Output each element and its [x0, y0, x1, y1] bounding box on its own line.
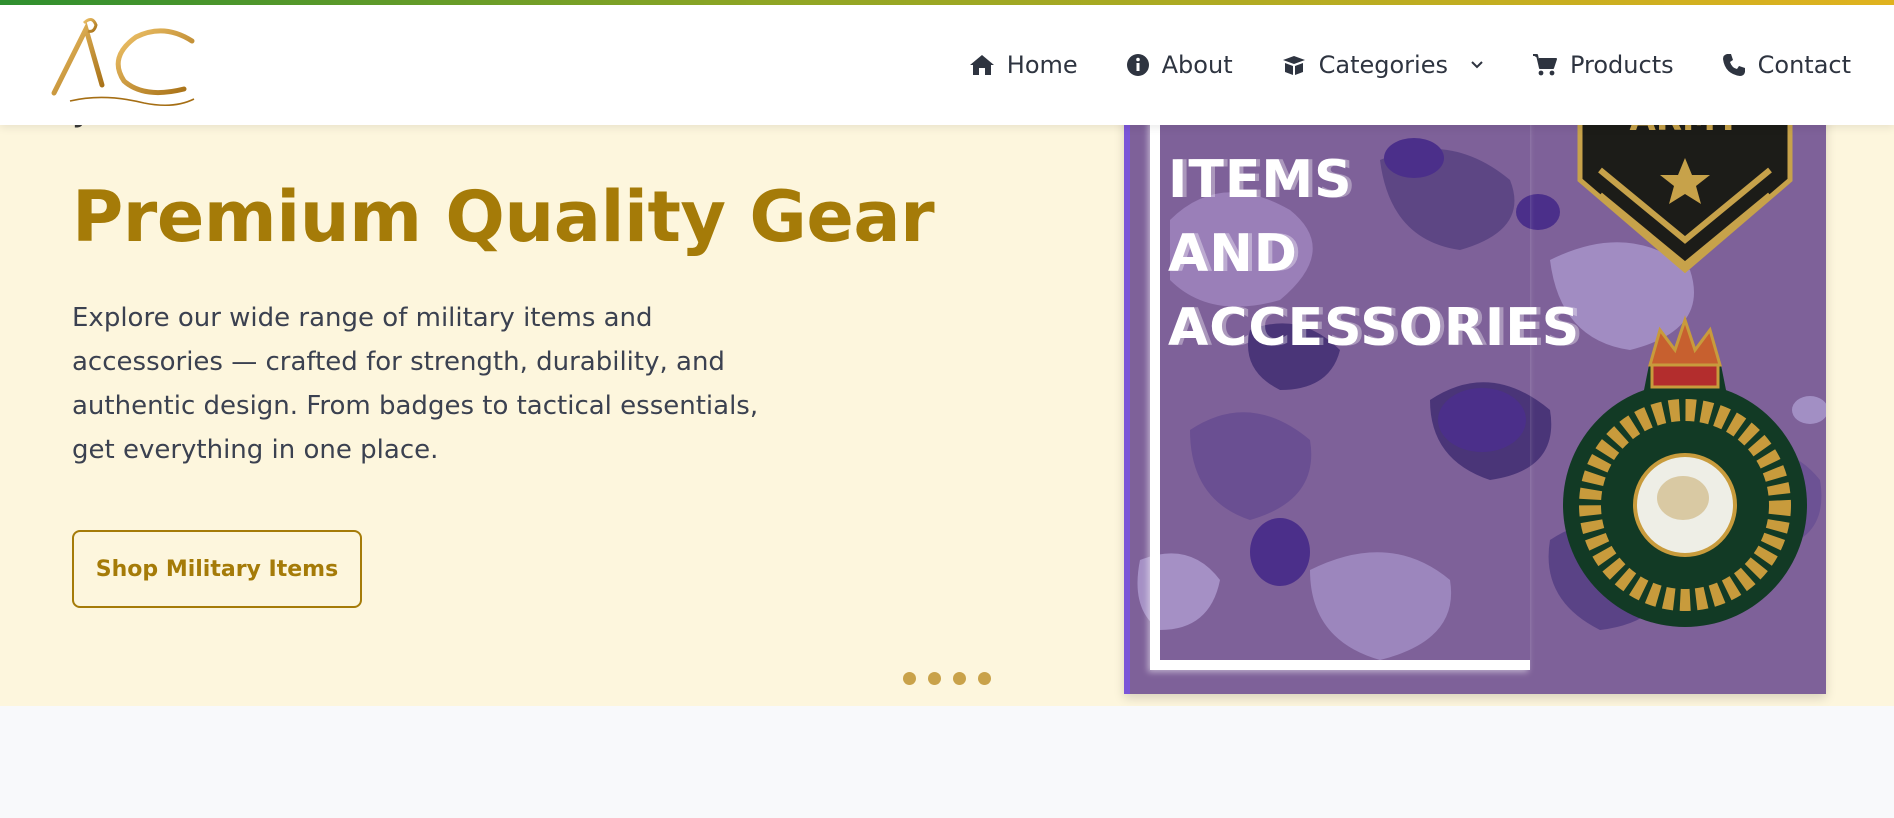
nav-categories-label: Categories — [1318, 51, 1448, 79]
home-icon — [969, 55, 994, 75]
banner-text-line-1: ITEMS — [1168, 150, 1353, 210]
site-header: Home About Categories Products Contact — [0, 5, 1894, 125]
nav-contact-label: Contact — [1757, 51, 1851, 79]
nav-home[interactable]: Home — [969, 51, 1078, 79]
nav-contact[interactable]: Contact — [1722, 51, 1851, 79]
top-accent-line — [0, 0, 1894, 5]
nav-products-label: Products — [1569, 51, 1674, 79]
nav-products[interactable]: Products — [1532, 51, 1674, 79]
phone-icon — [1722, 54, 1745, 76]
banner-text-line-2: AND — [1168, 224, 1298, 284]
nav-categories[interactable]: Categories — [1281, 51, 1484, 79]
nav-about-label: About — [1161, 51, 1233, 79]
hero-banner-image: ARMY ITEMS AND ACCESSORIES — [1124, 100, 1826, 694]
chevron-down-icon[interactable] — [1470, 60, 1484, 70]
box-open-icon — [1282, 56, 1305, 75]
shop-military-items-button[interactable]: Shop Military Items — [72, 530, 362, 608]
nav-about[interactable]: About — [1126, 51, 1233, 79]
nav-home-label: Home — [1006, 51, 1078, 79]
slide-dot-1[interactable] — [903, 672, 916, 685]
info-icon — [1126, 54, 1149, 76]
main-nav: Home About Categories Products Contact — [969, 5, 1851, 125]
hero-description: Explore our wide range of military items… — [72, 303, 759, 465]
brand-logo[interactable] — [44, 15, 204, 115]
slider-dots — [903, 672, 991, 685]
slide-dot-3[interactable] — [953, 672, 966, 685]
slide-dot-2[interactable] — [928, 672, 941, 685]
hero-title: Premium Quality Gear — [72, 176, 935, 258]
logo-image — [51, 18, 195, 107]
slide-dot-4[interactable] — [978, 672, 991, 685]
banner-text-line-3: ACCESSORIES — [1168, 298, 1581, 358]
cart-icon — [1532, 54, 1557, 76]
